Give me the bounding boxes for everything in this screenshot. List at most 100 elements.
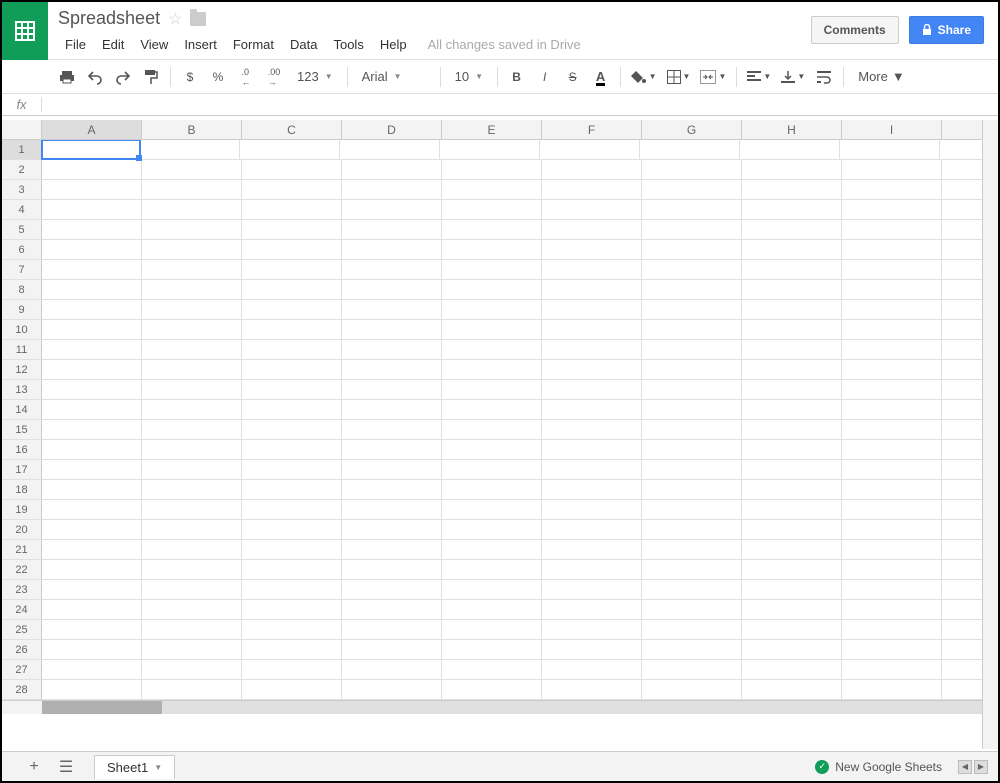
cell-A14[interactable] — [42, 400, 142, 419]
cell-G1[interactable] — [640, 140, 740, 159]
cell-F6[interactable] — [542, 240, 642, 259]
strikethrough-button[interactable]: S — [560, 64, 586, 90]
column-header-E[interactable]: E — [442, 120, 542, 139]
cell-B7[interactable] — [142, 260, 242, 279]
cell-F19[interactable] — [542, 500, 642, 519]
cell-I9[interactable] — [842, 300, 942, 319]
cell-D1[interactable] — [340, 140, 440, 159]
cell-F20[interactable] — [542, 520, 642, 539]
cell-B6[interactable] — [142, 240, 242, 259]
cell-H8[interactable] — [742, 280, 842, 299]
cell-H13[interactable] — [742, 380, 842, 399]
cell-F18[interactable] — [542, 480, 642, 499]
cell-I16[interactable] — [842, 440, 942, 459]
row-header-14[interactable]: 14 — [2, 400, 42, 419]
cell-E27[interactable] — [442, 660, 542, 679]
cell-I11[interactable] — [842, 340, 942, 359]
menu-data[interactable]: Data — [283, 35, 324, 54]
row-header-11[interactable]: 11 — [2, 340, 42, 359]
cell-D20[interactable] — [342, 520, 442, 539]
cell-E1[interactable] — [440, 140, 540, 159]
cell-F17[interactable] — [542, 460, 642, 479]
cell-H5[interactable] — [742, 220, 842, 239]
font-size-select[interactable]: 10▼ — [447, 64, 491, 90]
cell-H3[interactable] — [742, 180, 842, 199]
cell-A24[interactable] — [42, 600, 142, 619]
cell-B12[interactable] — [142, 360, 242, 379]
scroll-left-button[interactable]: ◀ — [958, 760, 972, 774]
cell-B24[interactable] — [142, 600, 242, 619]
cell-E22[interactable] — [442, 560, 542, 579]
cell-A28[interactable] — [42, 680, 142, 699]
cell-B23[interactable] — [142, 580, 242, 599]
more-button[interactable]: More▼ — [850, 69, 913, 84]
row-header-18[interactable]: 18 — [2, 480, 42, 499]
share-button[interactable]: Share — [909, 16, 984, 44]
cell-E14[interactable] — [442, 400, 542, 419]
cell-E19[interactable] — [442, 500, 542, 519]
cell-C28[interactable] — [242, 680, 342, 699]
column-header-C[interactable]: C — [242, 120, 342, 139]
cell-C13[interactable] — [242, 380, 342, 399]
fill-color-button[interactable]: ▼ — [627, 64, 661, 90]
cell-C6[interactable] — [242, 240, 342, 259]
row-header-10[interactable]: 10 — [2, 320, 42, 339]
menu-edit[interactable]: Edit — [95, 35, 131, 54]
cell-C12[interactable] — [242, 360, 342, 379]
cell-D23[interactable] — [342, 580, 442, 599]
cell-B28[interactable] — [142, 680, 242, 699]
cell-D28[interactable] — [342, 680, 442, 699]
cell-F5[interactable] — [542, 220, 642, 239]
cell-B10[interactable] — [142, 320, 242, 339]
cell-F15[interactable] — [542, 420, 642, 439]
row-header-9[interactable]: 9 — [2, 300, 42, 319]
cell-F24[interactable] — [542, 600, 642, 619]
redo-button[interactable] — [110, 64, 136, 90]
format-currency[interactable]: $ — [177, 64, 203, 90]
cell-G7[interactable] — [642, 260, 742, 279]
cell-I13[interactable] — [842, 380, 942, 399]
cell-I20[interactable] — [842, 520, 942, 539]
cell-I25[interactable] — [842, 620, 942, 639]
cell-C24[interactable] — [242, 600, 342, 619]
cell-B16[interactable] — [142, 440, 242, 459]
cell-H26[interactable] — [742, 640, 842, 659]
cell-H12[interactable] — [742, 360, 842, 379]
cell-B14[interactable] — [142, 400, 242, 419]
cell-H17[interactable] — [742, 460, 842, 479]
cell-H18[interactable] — [742, 480, 842, 499]
cell-C7[interactable] — [242, 260, 342, 279]
cell-H27[interactable] — [742, 660, 842, 679]
cell-G3[interactable] — [642, 180, 742, 199]
cell-A12[interactable] — [42, 360, 142, 379]
cell-C20[interactable] — [242, 520, 342, 539]
vertical-scrollbar[interactable] — [982, 120, 998, 749]
format-percent[interactable]: % — [205, 64, 231, 90]
cell-F12[interactable] — [542, 360, 642, 379]
cell-E5[interactable] — [442, 220, 542, 239]
cell-H23[interactable] — [742, 580, 842, 599]
cell-B1[interactable] — [140, 140, 240, 159]
cell-D15[interactable] — [342, 420, 442, 439]
cell-G18[interactable] — [642, 480, 742, 499]
cell-H4[interactable] — [742, 200, 842, 219]
cell-F2[interactable] — [542, 160, 642, 179]
cell-C18[interactable] — [242, 480, 342, 499]
cell-A2[interactable] — [42, 160, 142, 179]
row-header-5[interactable]: 5 — [2, 220, 42, 239]
menu-file[interactable]: File — [58, 35, 93, 54]
cell-A5[interactable] — [42, 220, 142, 239]
cell-H2[interactable] — [742, 160, 842, 179]
cell-I7[interactable] — [842, 260, 942, 279]
cell-E4[interactable] — [442, 200, 542, 219]
cell-I1[interactable] — [840, 140, 940, 159]
cell-B27[interactable] — [142, 660, 242, 679]
italic-button[interactable]: I — [532, 64, 558, 90]
cell-G14[interactable] — [642, 400, 742, 419]
cell-A10[interactable] — [42, 320, 142, 339]
cell-E28[interactable] — [442, 680, 542, 699]
cell-B9[interactable] — [142, 300, 242, 319]
undo-button[interactable] — [82, 64, 108, 90]
all-sheets-button[interactable]: ☰ — [52, 755, 80, 779]
cell-E2[interactable] — [442, 160, 542, 179]
